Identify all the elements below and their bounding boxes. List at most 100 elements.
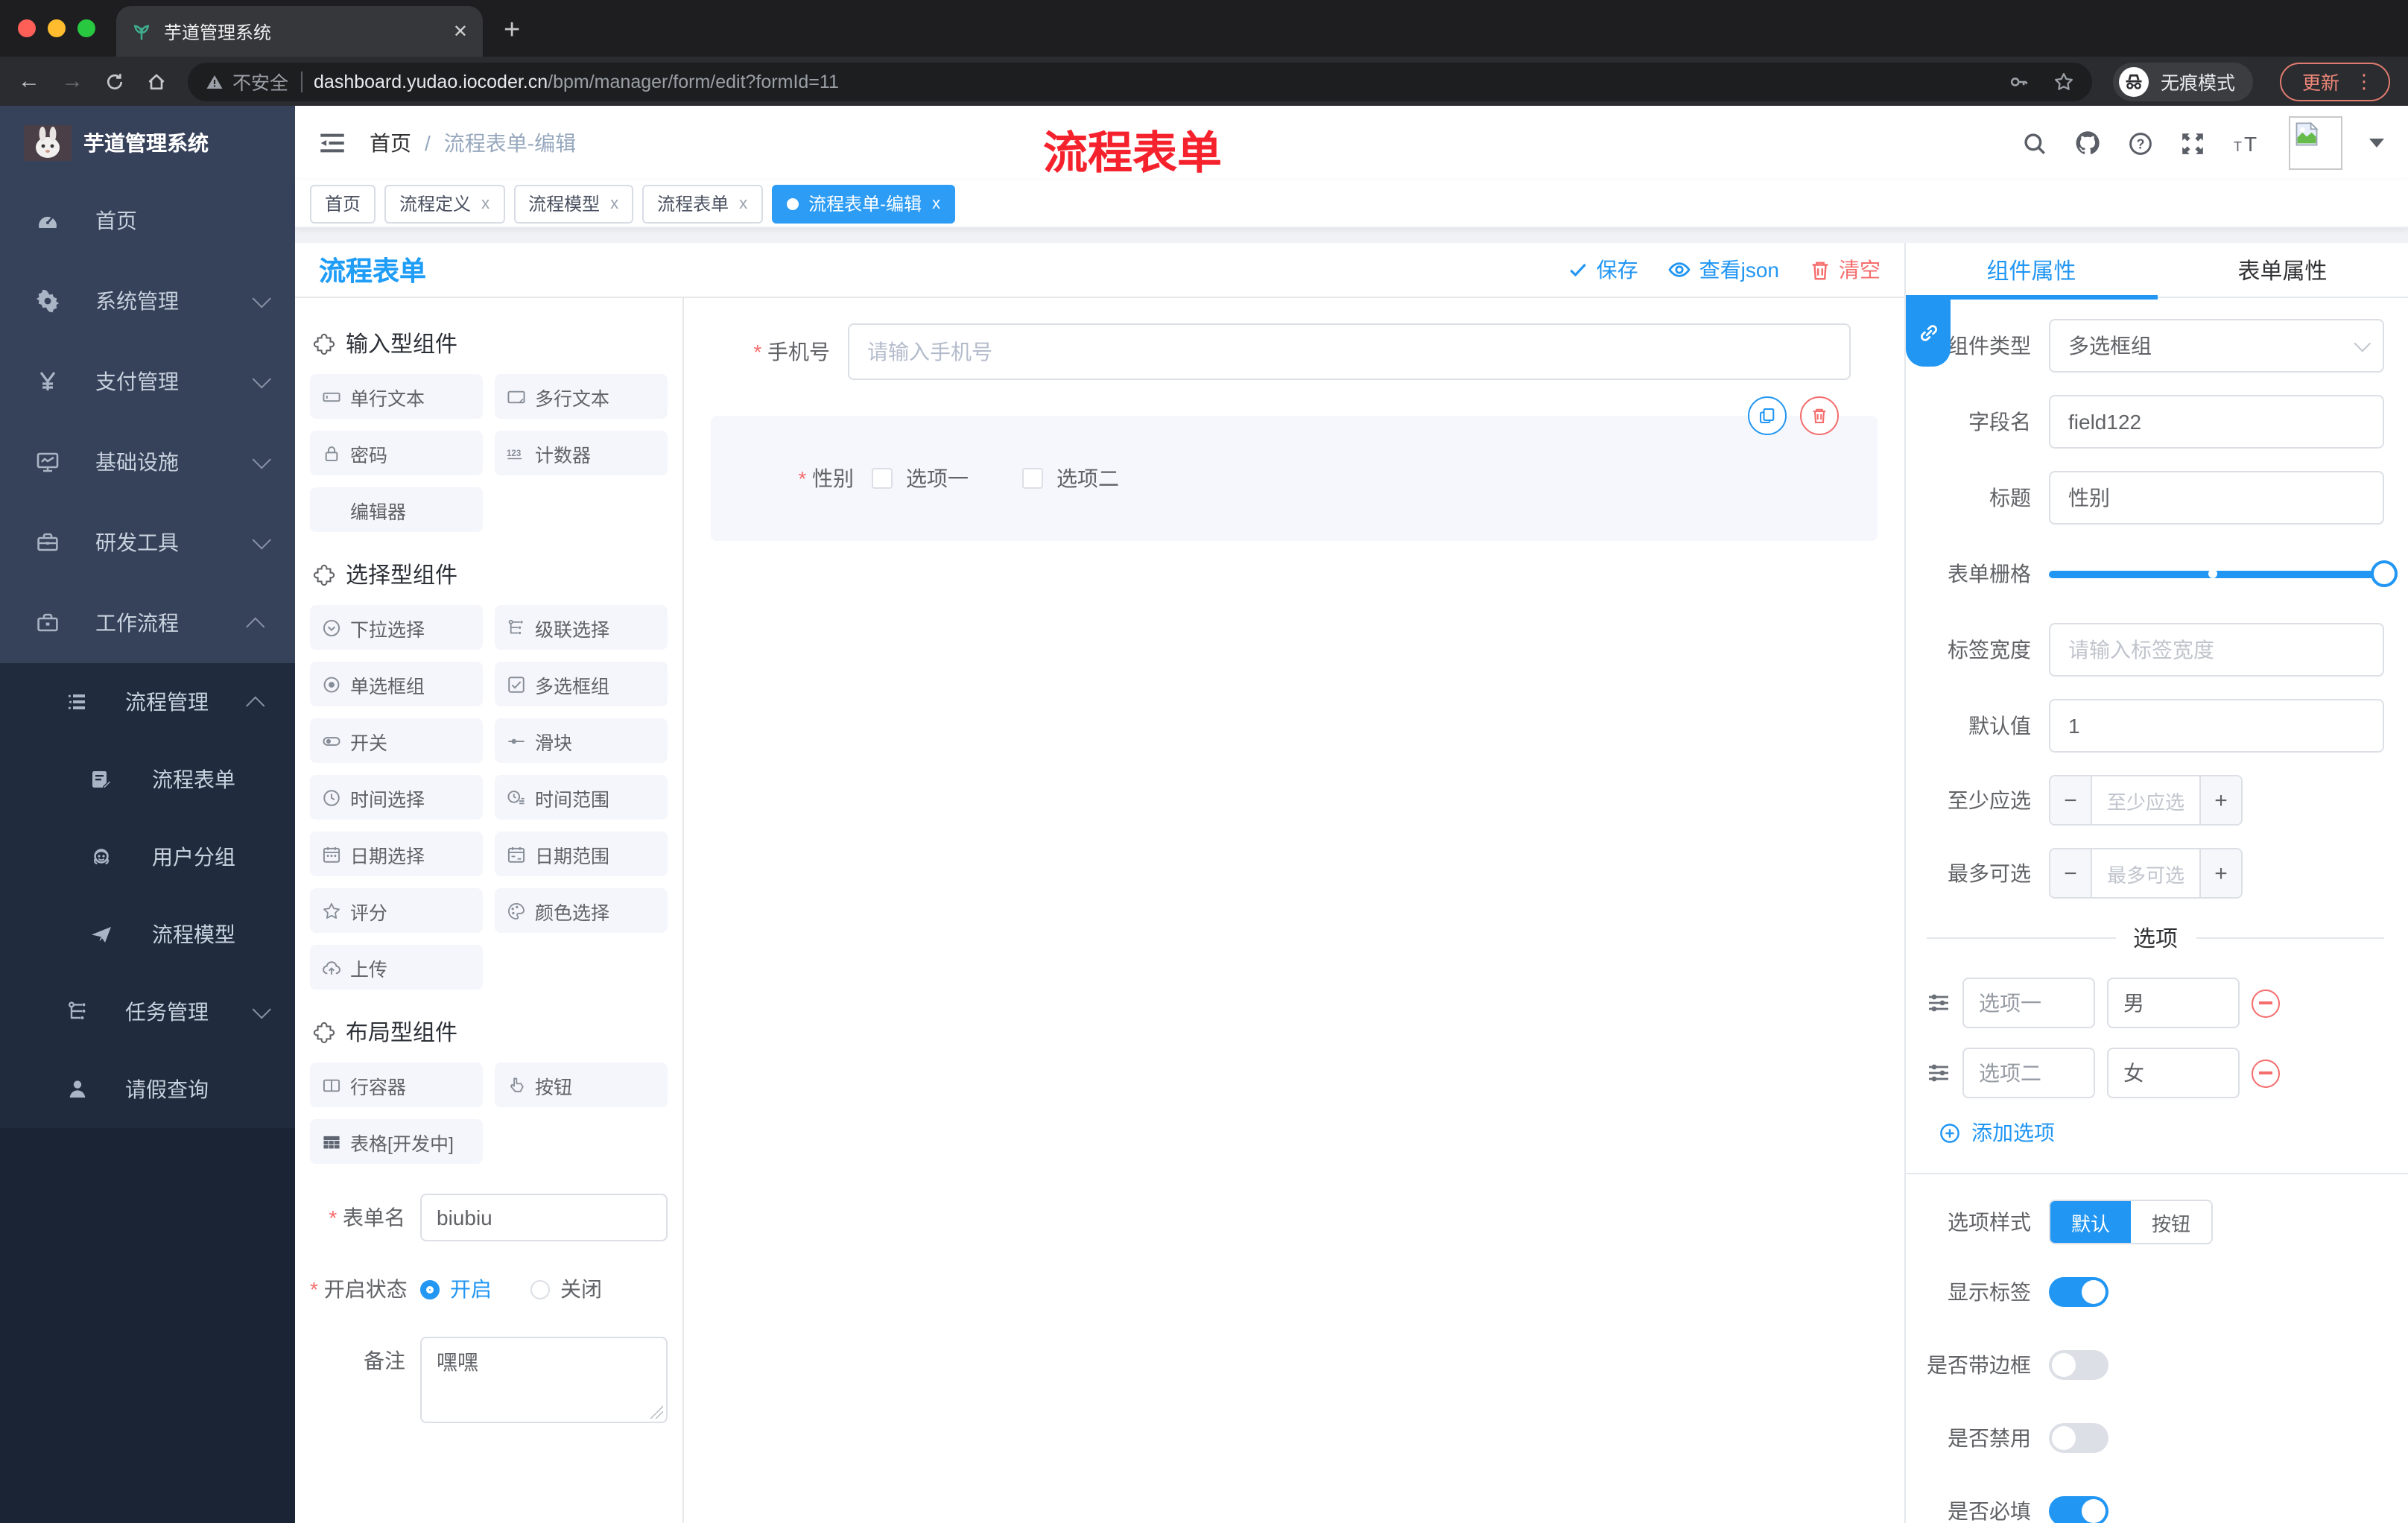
tab-close-icon[interactable]: ✕: [453, 21, 468, 42]
required-toggle[interactable]: [2049, 1496, 2108, 1523]
page-tab-home[interactable]: 首页: [310, 184, 376, 223]
sidebar-item-infra[interactable]: 基础设施: [0, 422, 295, 502]
disabled-toggle[interactable]: [2049, 1423, 2108, 1453]
style-button-button[interactable]: 按钮: [2131, 1201, 2212, 1243]
add-option-button[interactable]: 添加选项: [1939, 1118, 2384, 1147]
field-name-input[interactable]: field122: [2049, 395, 2384, 449]
component-type-select[interactable]: 多选框组: [2049, 319, 2384, 373]
github-icon[interactable]: [2074, 130, 2101, 156]
canvas-field-phone[interactable]: 手机号 请输入手机号: [711, 323, 1878, 380]
drag-handle-icon[interactable]: [1927, 1061, 1951, 1085]
sidebar-collapse-icon[interactable]: [319, 130, 346, 156]
help-icon[interactable]: ?: [2128, 130, 2153, 156]
form-canvas[interactable]: 手机号 请输入手机号 性别: [684, 298, 1904, 1523]
delete-component-button[interactable]: [1800, 396, 1839, 435]
page-tab-process-form-edit[interactable]: 流程表单-编辑 x: [771, 184, 956, 223]
tab-close-icon[interactable]: x: [610, 194, 618, 212]
option-value-input[interactable]: 女: [2107, 1048, 2240, 1098]
chip-single-line-text[interactable]: 单行文本: [310, 374, 483, 419]
chip-slider[interactable]: 滑块: [495, 718, 668, 763]
sidebar-logo[interactable]: 芋道管理系统: [0, 106, 295, 180]
status-off-radio[interactable]: 关闭: [530, 1265, 602, 1313]
chip-row-container[interactable]: 行容器: [310, 1063, 483, 1107]
sidebar-item-process-model[interactable]: 流程模型: [0, 896, 295, 973]
sidebar-item-home[interactable]: 首页: [0, 180, 295, 261]
drag-handle-icon[interactable]: [1927, 991, 1951, 1015]
chip-editor[interactable]: 编辑器: [310, 487, 483, 532]
minimize-window-button[interactable]: [48, 19, 66, 37]
sidebar-item-leave-query[interactable]: 请假查询: [0, 1051, 295, 1128]
home-icon[interactable]: [146, 71, 167, 92]
slider-track[interactable]: [2049, 560, 2398, 587]
chip-upload[interactable]: 上传: [310, 945, 483, 990]
tab-close-icon[interactable]: x: [481, 194, 489, 212]
password-key-icon[interactable]: [2009, 71, 2030, 92]
canvas-field-gender-selected[interactable]: 性别 选项一 选项二: [711, 396, 1878, 541]
status-on-radio[interactable]: 开启: [420, 1265, 492, 1313]
update-button[interactable]: 更新 ⋮: [2279, 62, 2390, 101]
sidebar-item-user-group[interactable]: 用户分组: [0, 818, 295, 896]
reload-icon[interactable]: [104, 71, 125, 92]
chip-cascader[interactable]: 级联选择: [495, 605, 668, 650]
page-tab-process-model[interactable]: 流程模型 x: [513, 184, 634, 223]
chip-switch[interactable]: 开关: [310, 718, 483, 763]
page-tab-process-definition[interactable]: 流程定义 x: [384, 184, 505, 223]
sidebar-item-process-mgmt[interactable]: 流程管理: [0, 663, 295, 741]
option-name-input[interactable]: 选项二: [1962, 1048, 2095, 1098]
chip-date-range[interactable]: 日期范围: [495, 832, 668, 876]
breadcrumb-home[interactable]: 首页: [370, 128, 411, 158]
avatar[interactable]: [2289, 116, 2342, 170]
sidebar-item-system[interactable]: 系统管理: [0, 261, 295, 341]
data-binding-link-button[interactable]: [1906, 298, 1951, 367]
back-icon[interactable]: ←: [18, 70, 40, 92]
tab-close-icon[interactable]: x: [739, 194, 747, 212]
sidebar-item-payment[interactable]: 支付管理: [0, 341, 295, 422]
sidebar-item-devtools[interactable]: 研发工具: [0, 502, 295, 583]
chip-password[interactable]: 密码: [310, 431, 483, 475]
chip-color-picker[interactable]: 颜色选择: [495, 888, 668, 933]
browser-tab[interactable]: 芋道管理系统 ✕: [116, 6, 483, 57]
increase-button[interactable]: +: [2199, 776, 2241, 824]
remove-option-button[interactable]: [2252, 1059, 2280, 1087]
chip-radio-group[interactable]: 单选框组: [310, 662, 483, 706]
show-label-toggle[interactable]: [2049, 1277, 2108, 1307]
forward-icon[interactable]: →: [61, 70, 83, 92]
style-default-button[interactable]: 默认: [2050, 1201, 2132, 1243]
decrease-button[interactable]: −: [2050, 849, 2092, 897]
chip-checkbox-group[interactable]: 多选框组: [495, 662, 668, 706]
label-width-input[interactable]: 请输入标签宽度: [2049, 623, 2384, 677]
new-tab-button[interactable]: +: [504, 15, 520, 48]
chip-time-range[interactable]: 时间范围: [495, 775, 668, 820]
chip-rate[interactable]: 评分: [310, 888, 483, 933]
sidebar-item-task-mgmt[interactable]: 任务管理: [0, 973, 295, 1051]
page-tab-process-form[interactable]: 流程表单 x: [642, 184, 763, 223]
chip-counter[interactable]: 123 计数器: [495, 431, 668, 475]
clear-button[interactable]: 清空: [1809, 255, 1881, 285]
chip-select[interactable]: 下拉选择: [310, 605, 483, 650]
maximize-window-button[interactable]: [77, 19, 95, 37]
slider-handle[interactable]: [2371, 560, 2398, 587]
sidebar-item-workflow[interactable]: 工作流程: [0, 583, 295, 663]
browser-menu-icon[interactable]: ⋮: [2354, 69, 2374, 93]
max-select-input[interactable]: 最多可选: [2092, 849, 2199, 897]
decrease-button[interactable]: −: [2050, 776, 2092, 824]
tab-close-icon[interactable]: x: [932, 194, 940, 212]
search-icon[interactable]: [2022, 130, 2047, 156]
address-bar[interactable]: 不安全 dashboard.yudao.iocoder.cn/bpm/manag…: [188, 62, 2092, 101]
chip-table[interactable]: 表格[开发中]: [310, 1119, 483, 1164]
close-window-button[interactable]: [18, 19, 36, 37]
remove-option-button[interactable]: [2252, 989, 2280, 1017]
gender-option1-checkbox[interactable]: 选项一: [872, 463, 969, 493]
copy-component-button[interactable]: [1748, 396, 1787, 435]
avatar-dropdown-caret-icon[interactable]: [2369, 139, 2384, 148]
chip-button[interactable]: 按钮: [495, 1063, 668, 1107]
form-grid-slider[interactable]: [2049, 547, 2398, 601]
min-select-input[interactable]: 至少应选: [2092, 776, 2199, 824]
form-name-input[interactable]: biubiu: [420, 1194, 668, 1241]
option-name-input[interactable]: 选项一: [1962, 978, 2095, 1028]
increase-button[interactable]: +: [2199, 849, 2241, 897]
remark-textarea[interactable]: 嘿嘿: [420, 1337, 668, 1423]
border-toggle[interactable]: [2049, 1350, 2108, 1380]
gender-option2-checkbox[interactable]: 选项二: [1022, 463, 1119, 493]
phone-input[interactable]: 请输入手机号: [848, 323, 1851, 380]
